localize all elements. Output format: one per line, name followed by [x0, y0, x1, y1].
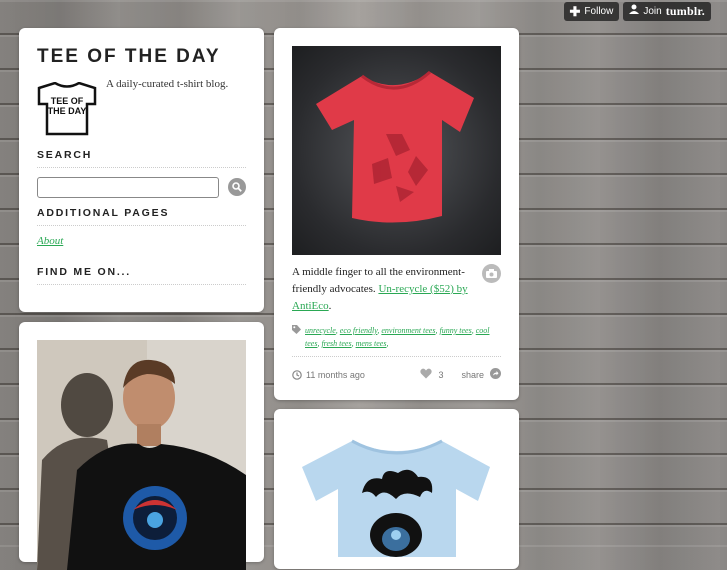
photo-post-left — [19, 322, 264, 570]
join-label: Join — [643, 6, 662, 17]
search-icon — [232, 182, 242, 192]
blog-title[interactable]: TEE OF THE DAY — [37, 46, 221, 68]
post-photo-blue-tee[interactable] — [292, 427, 501, 557]
heart-icon[interactable] — [420, 368, 433, 381]
caption-end: . — [328, 300, 332, 312]
user-icon — [629, 2, 640, 21]
tag-link[interactable]: environment tees — [381, 326, 435, 335]
tumblr-brand: tumblr. — [665, 4, 705, 18]
notes-count[interactable]: 3 — [438, 370, 443, 380]
join-tumblr-button[interactable]: Join tumblr. — [623, 2, 711, 21]
post-caption: A middle finger to all the environment-f… — [292, 264, 472, 315]
photo-post: A middle finger to all the environment-f… — [274, 28, 519, 400]
post-tags: unrecycle, eco friendly, environment tee… — [292, 324, 501, 357]
tumblr-controls: ✚ Follow Join tumblr. — [563, 2, 711, 21]
plus-icon: ✚ — [569, 4, 581, 19]
about-link[interactable]: About — [37, 235, 63, 247]
post-permalink[interactable]: 11 months ago — [292, 370, 365, 380]
tag-link[interactable]: fresh tees — [321, 339, 351, 348]
clock-icon — [292, 369, 302, 380]
tag-link[interactable]: funny tees — [439, 326, 471, 335]
post-photo-man-in-tee[interactable] — [37, 340, 246, 570]
tag-link[interactable]: eco friendly — [340, 326, 378, 335]
post-time: 11 months ago — [306, 369, 365, 380]
search-input[interactable] — [37, 177, 219, 198]
search-heading: SEARCH — [37, 149, 246, 168]
sidebar: TEE OF THE DAY TEE OF THE DAY A daily-cu… — [19, 28, 264, 312]
find-me-heading: FIND ME ON... — [37, 266, 246, 285]
share-label[interactable]: share — [461, 370, 484, 380]
post-photo-red-tee[interactable] — [292, 46, 501, 255]
tag-link[interactable]: unrecycle — [305, 326, 336, 335]
search-button[interactable] — [228, 178, 246, 196]
blog-logo[interactable]: TEE OF THE DAY — [37, 81, 97, 136]
blog-description: A daily-curated t-shirt blog. — [106, 78, 229, 90]
follow-label: Follow — [584, 6, 614, 17]
tag-link[interactable]: mens tees — [356, 339, 387, 348]
photo-post-second — [274, 409, 519, 569]
tag-list: unrecycle, eco friendly, environment tee… — [305, 326, 490, 348]
camera-icon[interactable] — [482, 264, 501, 283]
tag-icon — [292, 325, 301, 338]
post-meta: 11 months ago 3 share — [292, 368, 501, 381]
svg-text:THE DAY: THE DAY — [48, 106, 87, 116]
follow-button[interactable]: ✚ Follow — [563, 2, 620, 21]
svg-text:TEE OF: TEE OF — [51, 96, 84, 106]
additional-pages-heading: ADDITIONAL PAGES — [37, 207, 246, 226]
share-icon[interactable] — [490, 368, 501, 381]
